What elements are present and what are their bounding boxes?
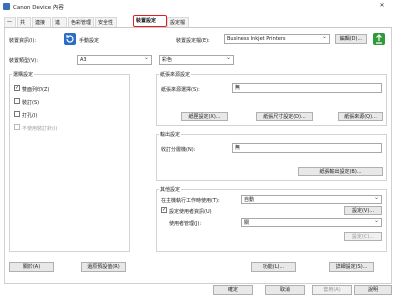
finisher-label: 收訂分層機(N):	[161, 147, 196, 153]
options-group-title: 選購設定	[12, 71, 35, 78]
device-info-label: 裝置資訊(I):	[9, 38, 37, 44]
other-settings-title: 其他設定	[159, 186, 182, 193]
device-type-label: 裝置類型(V):	[9, 58, 39, 64]
output-settings-button[interactable]: 紙張輸出設定(B)...	[298, 167, 383, 176]
paper-source-field[interactable]: 無	[232, 83, 382, 93]
user-info-settings-button[interactable]: 設定(V)...	[344, 206, 382, 215]
user-management-label: 使用者管理(J):	[169, 221, 202, 227]
restore-defaults-button[interactable]: 還原預設值(R)	[81, 262, 126, 272]
printer-icon	[3, 3, 10, 10]
host-job-select[interactable]: 自動	[241, 195, 382, 204]
user-info-label: 設定使用者資訊(U)	[169, 209, 212, 215]
color-mode-select[interactable]: 彩色	[159, 55, 234, 65]
duplex-label: 雙面列印(Z)	[22, 87, 50, 93]
tray-settings-button[interactable]: 紙匣設定(X)...	[181, 112, 228, 121]
tab-device-settings[interactable]: 裝置設定	[133, 15, 167, 27]
paper-source-title: 紙張來源設定	[159, 71, 192, 78]
device-type-select[interactable]: A3	[77, 55, 152, 65]
cancel-button[interactable]: 取消	[265, 285, 305, 295]
punch-label: 打孔(I)	[22, 113, 38, 119]
paper-source-label: 紙張來源選擇(S):	[161, 87, 200, 93]
tab-general[interactable]: 一般	[4, 17, 16, 36]
dialog-footer: 確定 取消 套用(A) 說明	[0, 284, 396, 296]
staple-free-label: 不使用裝訂針(I)	[22, 126, 58, 132]
apply-button[interactable]: 套用(A)	[312, 285, 352, 295]
duplex-checkbox[interactable]: ✓	[14, 85, 20, 91]
refresh-icon[interactable]	[64, 33, 76, 45]
close-icon[interactable]: ✕	[378, 2, 386, 10]
upload-icon[interactable]	[373, 33, 385, 45]
user-management-settings-button[interactable]: 設定(C)...	[344, 232, 382, 241]
staple-checkbox[interactable]	[14, 98, 20, 104]
advanced-settings-button[interactable]: 詳細設定(S)...	[329, 262, 374, 272]
staple-label: 裝訂(S)	[22, 100, 40, 106]
device-profile-label: 裝置設定檔(E):	[176, 38, 210, 44]
punch-checkbox[interactable]	[14, 111, 20, 117]
user-info-checkbox[interactable]: ✓	[161, 207, 167, 213]
host-job-label: 在主機執行工作時使用(T):	[161, 198, 220, 204]
title-bar: Canon Device 內容 ✕	[0, 0, 396, 14]
ok-button[interactable]: 確定	[213, 285, 253, 295]
edit-profile-button[interactable]: 編輯(D)...	[335, 34, 367, 44]
tab-color-management[interactable]: 色彩管理	[68, 17, 94, 27]
finisher-field[interactable]: 無	[232, 143, 382, 153]
user-management-select[interactable]: 關	[241, 218, 382, 227]
device-profile-select[interactable]: Business Inkjet Printers	[224, 34, 330, 44]
tab-profile[interactable]: 設定檔	[167, 17, 189, 27]
about-button[interactable]: 關於(A)	[9, 262, 54, 272]
tab-ports[interactable]: 連接埠	[32, 17, 51, 36]
window-title: Canon Device 內容	[13, 5, 64, 11]
tab-security[interactable]: 安全性	[95, 17, 117, 27]
staple-free-checkbox[interactable]	[14, 124, 20, 130]
functions-button[interactable]: 功能(L)...	[251, 262, 296, 272]
manual-set-label: 手動設定	[79, 38, 100, 44]
tab-sharing[interactable]: 共用	[17, 17, 31, 36]
help-button[interactable]: 說明	[354, 285, 392, 295]
paper-size-button[interactable]: 紙張尺寸設定(D)...	[256, 112, 313, 121]
output-title: 輸出設定	[159, 131, 182, 138]
paper-source-button[interactable]: 紙張來源(Q)...	[338, 112, 383, 121]
tab-advanced[interactable]: 進階	[52, 17, 67, 36]
